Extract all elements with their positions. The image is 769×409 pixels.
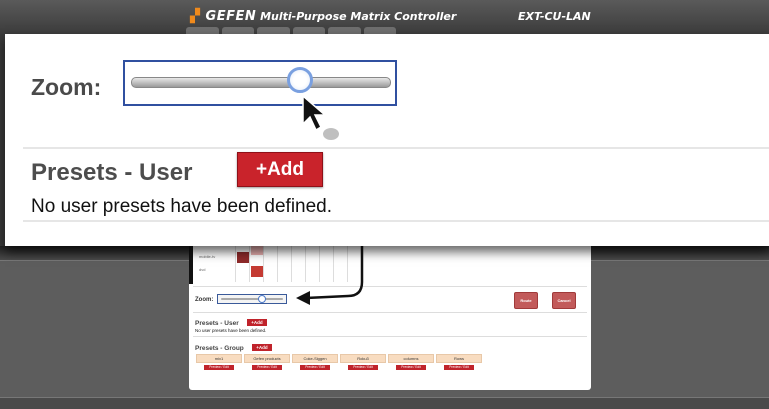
presets-user-title: Presets - User xyxy=(31,159,193,186)
add-user-preset-button[interactable]: +Add xyxy=(237,152,323,187)
section-divider xyxy=(23,147,769,149)
zoom-slider-knob[interactable] xyxy=(287,67,313,93)
section-divider xyxy=(23,220,769,222)
zoom-slider[interactable] xyxy=(123,60,397,106)
no-presets-message: No user presets have been defined. xyxy=(31,196,333,217)
zoom-label: Zoom: xyxy=(31,74,102,100)
mouse-pointer-icon xyxy=(302,94,339,140)
magnified-callout: Zoom: Presets - User +Add No user preset… xyxy=(5,34,769,246)
zoom-slider-track[interactable] xyxy=(131,77,391,88)
